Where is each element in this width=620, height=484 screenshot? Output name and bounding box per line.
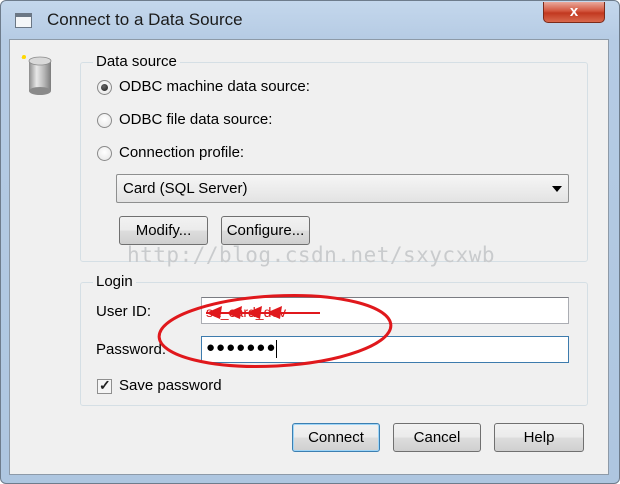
save-password-label[interactable]: Save password (119, 377, 222, 394)
checkmark-icon: ✓ (99, 377, 111, 393)
save-password-checkbox[interactable]: ✓ (97, 377, 112, 394)
cancel-button[interactable]: Cancel (393, 423, 481, 452)
password-mask: ●●●●●●● (206, 339, 277, 356)
close-icon: x (569, 3, 579, 20)
connection-profile-radio[interactable] (97, 146, 112, 161)
window-icon (15, 13, 32, 28)
configure-button[interactable]: Configure... (221, 216, 310, 245)
title-bar[interactable]: Connect to a Data Source x (1, 1, 619, 39)
connection-profile-dropdown[interactable]: Card (SQL Server) (116, 174, 569, 203)
dropdown-value: Card (SQL Server) (123, 180, 248, 197)
chevron-down-icon[interactable] (552, 186, 562, 192)
login-group-label: Login (93, 273, 136, 290)
window-title: Connect to a Data Source (47, 10, 243, 29)
odbc-machine-label[interactable]: ODBC machine data source: (119, 78, 310, 95)
watermark-text: http://blog.csdn.net/sxycxwb (127, 243, 496, 267)
connection-profile-label[interactable]: Connection profile: (119, 144, 244, 161)
connect-button[interactable]: Connect (292, 423, 380, 452)
odbc-file-radio[interactable] (97, 113, 112, 128)
modify-button[interactable]: Modify... (119, 216, 208, 245)
database-icon (21, 55, 52, 95)
user-id-label: User ID: (96, 303, 152, 320)
data-source-group-label: Data source (93, 53, 180, 70)
text-caret (276, 340, 277, 358)
user-id-value: sa_card_dev (206, 304, 287, 320)
help-button[interactable]: Help (494, 423, 584, 452)
odbc-machine-radio[interactable] (97, 80, 112, 95)
password-label: Password: (96, 341, 167, 358)
odbc-file-label[interactable]: ODBC file data source: (119, 111, 272, 128)
close-button[interactable]: x (543, 2, 605, 23)
